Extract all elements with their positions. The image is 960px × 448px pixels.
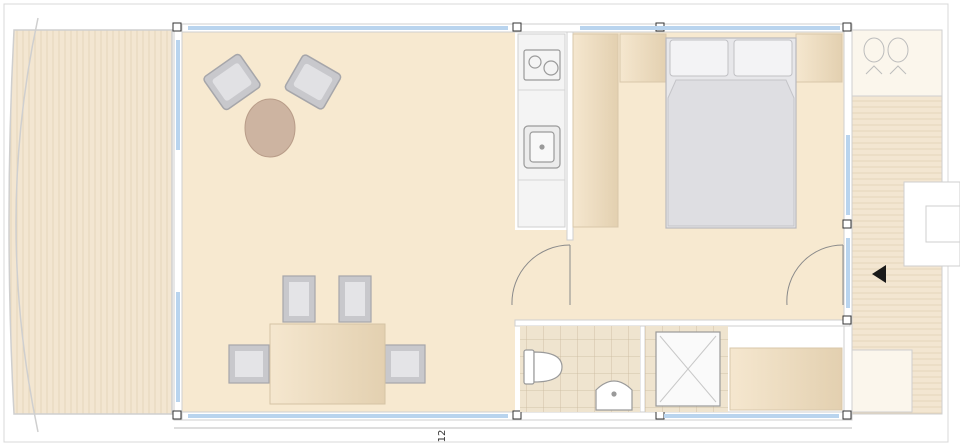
window-right-lower (846, 238, 850, 308)
right-deck-bottom (851, 349, 913, 413)
dining-chair-icon (338, 275, 372, 323)
shower-icon (655, 331, 721, 407)
wall-bathroom-mid (639, 325, 646, 413)
pillow-icon (733, 39, 793, 77)
window-right (846, 135, 850, 215)
left-terrace (8, 29, 173, 415)
window-left-upper (176, 40, 180, 150)
right-deck-top (851, 29, 943, 97)
sink-icon (523, 125, 561, 169)
window-bottom-bath (664, 414, 839, 418)
wardrobe-right (795, 33, 843, 83)
window-bottom (188, 414, 508, 418)
window-top-living (188, 26, 508, 30)
hall-floor (515, 230, 575, 320)
bathroom-cabinet (729, 347, 843, 411)
dining-table-icon (269, 323, 386, 405)
dining-chair-icon (384, 344, 426, 384)
bed-icon (665, 37, 797, 229)
dining-chair-icon (228, 344, 270, 384)
wardrobe-left (619, 33, 667, 83)
round-table-icon (244, 98, 296, 158)
wall-kitchen-bedroom (566, 31, 574, 241)
washbasin-icon (595, 380, 633, 411)
dimension-label: 12 (437, 430, 448, 443)
floor-plan: 12 (3, 3, 960, 443)
entrance-step (925, 205, 960, 243)
dining-chair-icon (282, 275, 316, 323)
window-left-lower (176, 292, 180, 402)
pillow-icon (669, 39, 729, 77)
wall-bathroom-top (514, 319, 851, 327)
window-top-bedroom (580, 26, 840, 30)
tall-cabinet (572, 33, 619, 228)
